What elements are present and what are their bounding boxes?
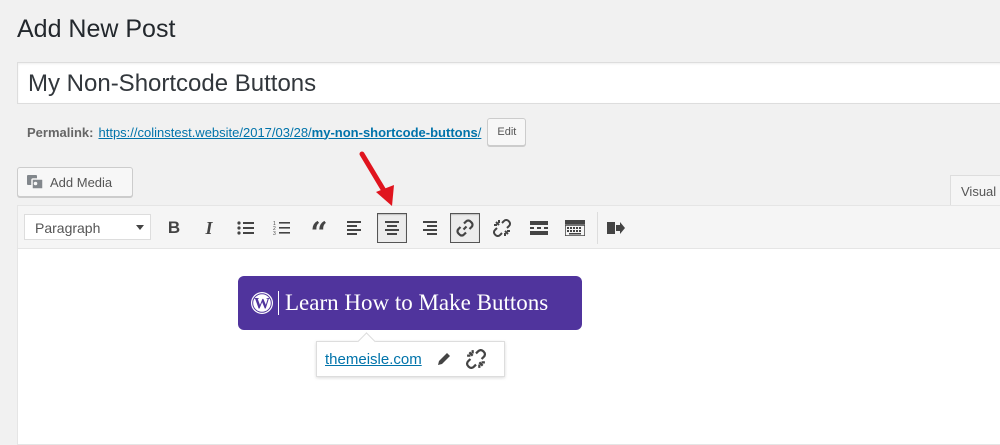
text-cursor [278,291,279,315]
format-select-value: Paragraph [35,220,101,236]
editor-toolbar: Paragraph B I 1 2 3 “ [18,206,1000,249]
bold-icon: B [167,218,181,237]
permalink-slug: my-non-shortcode-buttons [311,124,478,140]
numbered-list-icon: 1 2 3 [273,221,290,236]
permalink-edit-button[interactable]: Edit [487,118,527,146]
toolbar-toggle-button[interactable] [560,213,590,243]
tab-visual[interactable]: Visual [950,175,1000,206]
media-icon [27,175,44,190]
align-right-icon [423,221,437,235]
add-media-button[interactable]: Add Media [17,167,133,197]
keyboard-icon [565,220,585,236]
align-center-button[interactable] [377,213,407,243]
unlink-icon [493,219,511,237]
align-left-icon [347,221,361,235]
red-arrow-annotation [359,151,394,206]
blockquote-icon: “ [310,216,328,251]
read-more-icon [530,221,548,235]
wordpress-icon: W [251,292,273,314]
read-more-button[interactable] [524,213,554,243]
post-title-input[interactable]: My Non-Shortcode Buttons [17,62,1000,104]
unlink-tooltip-button[interactable] [465,349,486,369]
page-title: Add New Post [17,15,176,43]
permalink-url-base: https://colinstest.website/2017/03/28/ [98,124,312,140]
align-left-button[interactable] [340,213,370,243]
add-media-label: Add Media [50,174,113,190]
align-right-button[interactable] [414,213,444,243]
unlink-icon [465,349,486,369]
distraction-free-button[interactable] [601,213,631,243]
exit-icon [607,222,625,234]
permalink-row: Permalink: https://colinstest.website/20… [27,118,527,146]
toolbar-separator [597,212,598,244]
content-button-label: Learn How to Make Buttons [285,290,549,315]
italic-button[interactable]: I [194,213,224,243]
svg-text:3: 3 [273,231,276,236]
link-icon [456,219,474,237]
link-tooltip: themeisle.com [316,341,505,377]
italic-icon: I [205,217,213,238]
permalink-link[interactable]: https://colinstest.website/2017/03/28/my… [98,125,481,140]
insert-link-button[interactable] [450,213,480,243]
align-center-icon [385,221,399,235]
content-button[interactable]: W Learn How to Make Buttons [238,276,582,330]
edit-link-button[interactable] [436,351,452,367]
bulleted-list-icon [237,221,254,235]
blockquote-button[interactable]: “ [304,213,334,249]
format-select[interactable]: Paragraph [24,214,151,240]
tooltip-link[interactable]: themeisle.com [325,351,422,368]
numbered-list-button[interactable]: 1 2 3 [267,213,297,243]
svg-text:W: W [254,296,270,313]
permalink-url-trailing: / [477,124,482,140]
pencil-icon [437,353,450,365]
bulleted-list-button[interactable] [231,213,261,243]
remove-link-button[interactable] [487,213,517,243]
bold-button[interactable]: B [159,213,189,243]
chevron-down-icon [136,225,144,230]
permalink-label: Permalink: [27,124,94,140]
